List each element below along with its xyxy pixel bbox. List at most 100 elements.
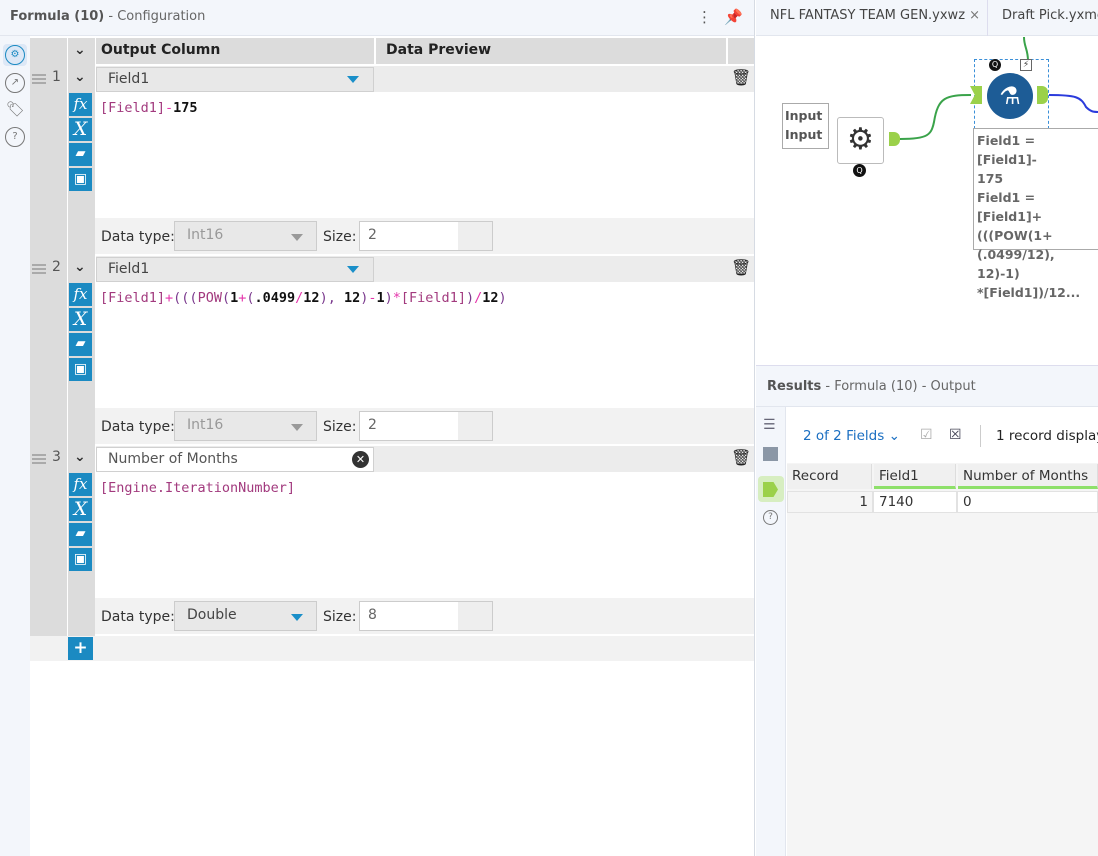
dropdown-arrow-icon bbox=[291, 234, 303, 241]
annotation-line: (.0499/12), 12)-1) bbox=[977, 247, 1055, 281]
drag-handle[interactable] bbox=[32, 74, 46, 84]
dropdown-arrow-icon bbox=[291, 424, 303, 431]
check-icon[interactable]: ☑ bbox=[920, 427, 933, 443]
config-subtitle: - Configuration bbox=[108, 9, 206, 24]
function-fx-icon[interactable]: fx bbox=[69, 473, 92, 496]
data-type-label: Data type: bbox=[101, 229, 175, 245]
config-header: Formula (10) - Configuration ⋮ 📌 bbox=[0, 0, 754, 36]
dropdown-arrow-icon bbox=[347, 76, 359, 83]
size-input[interactable]: 2 bbox=[359, 411, 493, 441]
fields-selector-label: 2 of 2 Fields bbox=[803, 428, 885, 444]
macro-input-tool[interactable]: ⚙ bbox=[837, 117, 884, 164]
trash-icon[interactable]: 🗑 bbox=[731, 258, 751, 277]
size-input[interactable]: 8 bbox=[359, 601, 493, 631]
formula-token: ) bbox=[465, 290, 475, 306]
formula-token: 12 bbox=[303, 290, 320, 306]
size-label: Size: bbox=[323, 229, 357, 245]
workflow-canvas[interactable]: Input Input ⚙ Q ⚗ Q ⚡ Field1 = [Field1]-… bbox=[756, 37, 1098, 365]
output-column-header: Output Column bbox=[96, 38, 374, 64]
size-value: 2 bbox=[368, 417, 377, 433]
col-header-number-of-months[interactable]: Number of Months bbox=[958, 464, 1098, 489]
help-icon[interactable]: ? bbox=[5, 127, 25, 147]
size-value: 2 bbox=[368, 227, 377, 243]
size-input[interactable]: 2 bbox=[359, 221, 493, 251]
formula-expression-editor[interactable]: [Engine.IterationNumber] bbox=[100, 480, 295, 496]
size-spinner[interactable] bbox=[458, 222, 492, 250]
formula-token: 12 bbox=[482, 290, 499, 306]
formula-expression-editor[interactable]: [Field1]-175 bbox=[100, 100, 198, 116]
row-number: 3 bbox=[52, 449, 61, 465]
output-column-dropdown[interactable]: Field1 bbox=[96, 257, 374, 282]
save-icon[interactable]: ▣ bbox=[69, 168, 92, 191]
formula-expression-editor[interactable]: [Field1]+(((POW(1+(.0499/12), 12)-1)*[Fi… bbox=[100, 290, 507, 306]
collapse-all-chevron-icon[interactable]: ⌄ bbox=[74, 42, 86, 58]
output-anchor[interactable] bbox=[1037, 86, 1048, 104]
cell-field1[interactable]: 7140 bbox=[873, 491, 957, 513]
formula-token: 1 bbox=[230, 290, 239, 306]
formula-token: .0499 bbox=[254, 290, 296, 306]
formula-token: [Field1] bbox=[400, 290, 466, 306]
trash-icon[interactable]: 🗑 bbox=[731, 448, 751, 467]
open-folder-icon[interactable]: ▰ bbox=[69, 523, 92, 546]
drag-handle[interactable] bbox=[32, 454, 46, 464]
collapse-chevron-icon[interactable]: ⌄ bbox=[74, 449, 86, 465]
output-column-dropdown[interactable]: Field1 bbox=[96, 67, 374, 92]
formula-token: [Engine.IterationNumber] bbox=[100, 480, 296, 496]
save-icon[interactable]: ▣ bbox=[69, 358, 92, 381]
input-label-line: Input bbox=[785, 127, 823, 142]
size-spinner[interactable] bbox=[458, 602, 492, 630]
close-tab-icon[interactable]: × bbox=[969, 8, 980, 23]
formula-token: / bbox=[474, 290, 483, 306]
formula-token: 1 bbox=[376, 290, 385, 306]
tab-draft-pick[interactable]: Draft Pick.yxmc bbox=[1002, 8, 1098, 23]
connection-icon[interactable]: ↗ bbox=[5, 73, 25, 93]
drag-handle[interactable] bbox=[32, 264, 46, 274]
formula-token: ((( bbox=[173, 290, 198, 306]
list-icon[interactable]: ☰ bbox=[763, 417, 776, 433]
formula-token: POW bbox=[197, 290, 222, 306]
q-badge-icon: Q bbox=[853, 164, 866, 177]
save-icon[interactable]: ▣ bbox=[69, 548, 92, 571]
help-icon[interactable]: ? bbox=[763, 510, 778, 525]
message-icon[interactable] bbox=[763, 447, 778, 461]
tab-nfl-fantasy[interactable]: NFL FANTASY TEAM GEN.yxwz × bbox=[770, 8, 980, 23]
chevron-down-icon: ⌄ bbox=[888, 428, 900, 444]
input-label-box[interactable]: Input Input bbox=[782, 103, 829, 149]
fields-selector[interactable]: 2 of 2 Fields ⌄ bbox=[803, 428, 900, 444]
col-header-record[interactable]: Record bbox=[787, 464, 872, 489]
variable-x-icon[interactable]: X bbox=[69, 118, 92, 141]
size-label: Size: bbox=[323, 419, 357, 435]
data-type-label: Data type: bbox=[101, 419, 175, 435]
pin-icon[interactable]: 📌 bbox=[724, 8, 743, 26]
col-header-field1[interactable]: Field1 bbox=[874, 464, 956, 489]
gear-icon[interactable]: ⚙ bbox=[5, 45, 25, 65]
results-subtitle: - Formula (10) - Output bbox=[825, 379, 976, 394]
output-anchor[interactable] bbox=[889, 132, 900, 146]
data-preview-header: Data Preview bbox=[376, 38, 726, 64]
cell-record[interactable]: 1 bbox=[787, 491, 873, 513]
formula-token: 12 bbox=[335, 290, 361, 306]
formula-token: ) bbox=[498, 290, 507, 306]
collapse-chevron-icon[interactable]: ⌄ bbox=[74, 69, 86, 85]
function-fx-icon[interactable]: fx bbox=[69, 283, 92, 306]
clear-icon[interactable]: ☒ bbox=[949, 427, 962, 443]
function-fx-icon[interactable]: fx bbox=[69, 93, 92, 116]
open-folder-icon[interactable]: ▰ bbox=[69, 333, 92, 356]
more-options-icon[interactable]: ⋮ bbox=[697, 8, 712, 26]
trash-icon[interactable]: 🗑 bbox=[731, 68, 751, 87]
cell-number-of-months[interactable]: 0 bbox=[957, 491, 1098, 513]
formula-token: - bbox=[165, 100, 174, 116]
collapse-chevron-icon[interactable]: ⌄ bbox=[74, 259, 86, 275]
add-formula-button[interactable]: + bbox=[68, 637, 93, 660]
tag-icon[interactable]: 🏷 bbox=[6, 100, 25, 118]
formula-token: ( bbox=[221, 290, 231, 306]
q-badge-icon: Q bbox=[989, 59, 1001, 71]
variable-x-icon[interactable]: X bbox=[69, 498, 92, 521]
open-folder-icon[interactable]: ▰ bbox=[69, 143, 92, 166]
output-column-input[interactable]: Number of Months bbox=[96, 447, 374, 472]
size-value: 8 bbox=[368, 607, 377, 623]
size-spinner[interactable] bbox=[458, 412, 492, 440]
formula-flask-icon[interactable]: ⚗ bbox=[987, 73, 1033, 119]
variable-x-icon[interactable]: X bbox=[69, 308, 92, 331]
clear-input-icon[interactable]: ✕ bbox=[352, 451, 369, 468]
